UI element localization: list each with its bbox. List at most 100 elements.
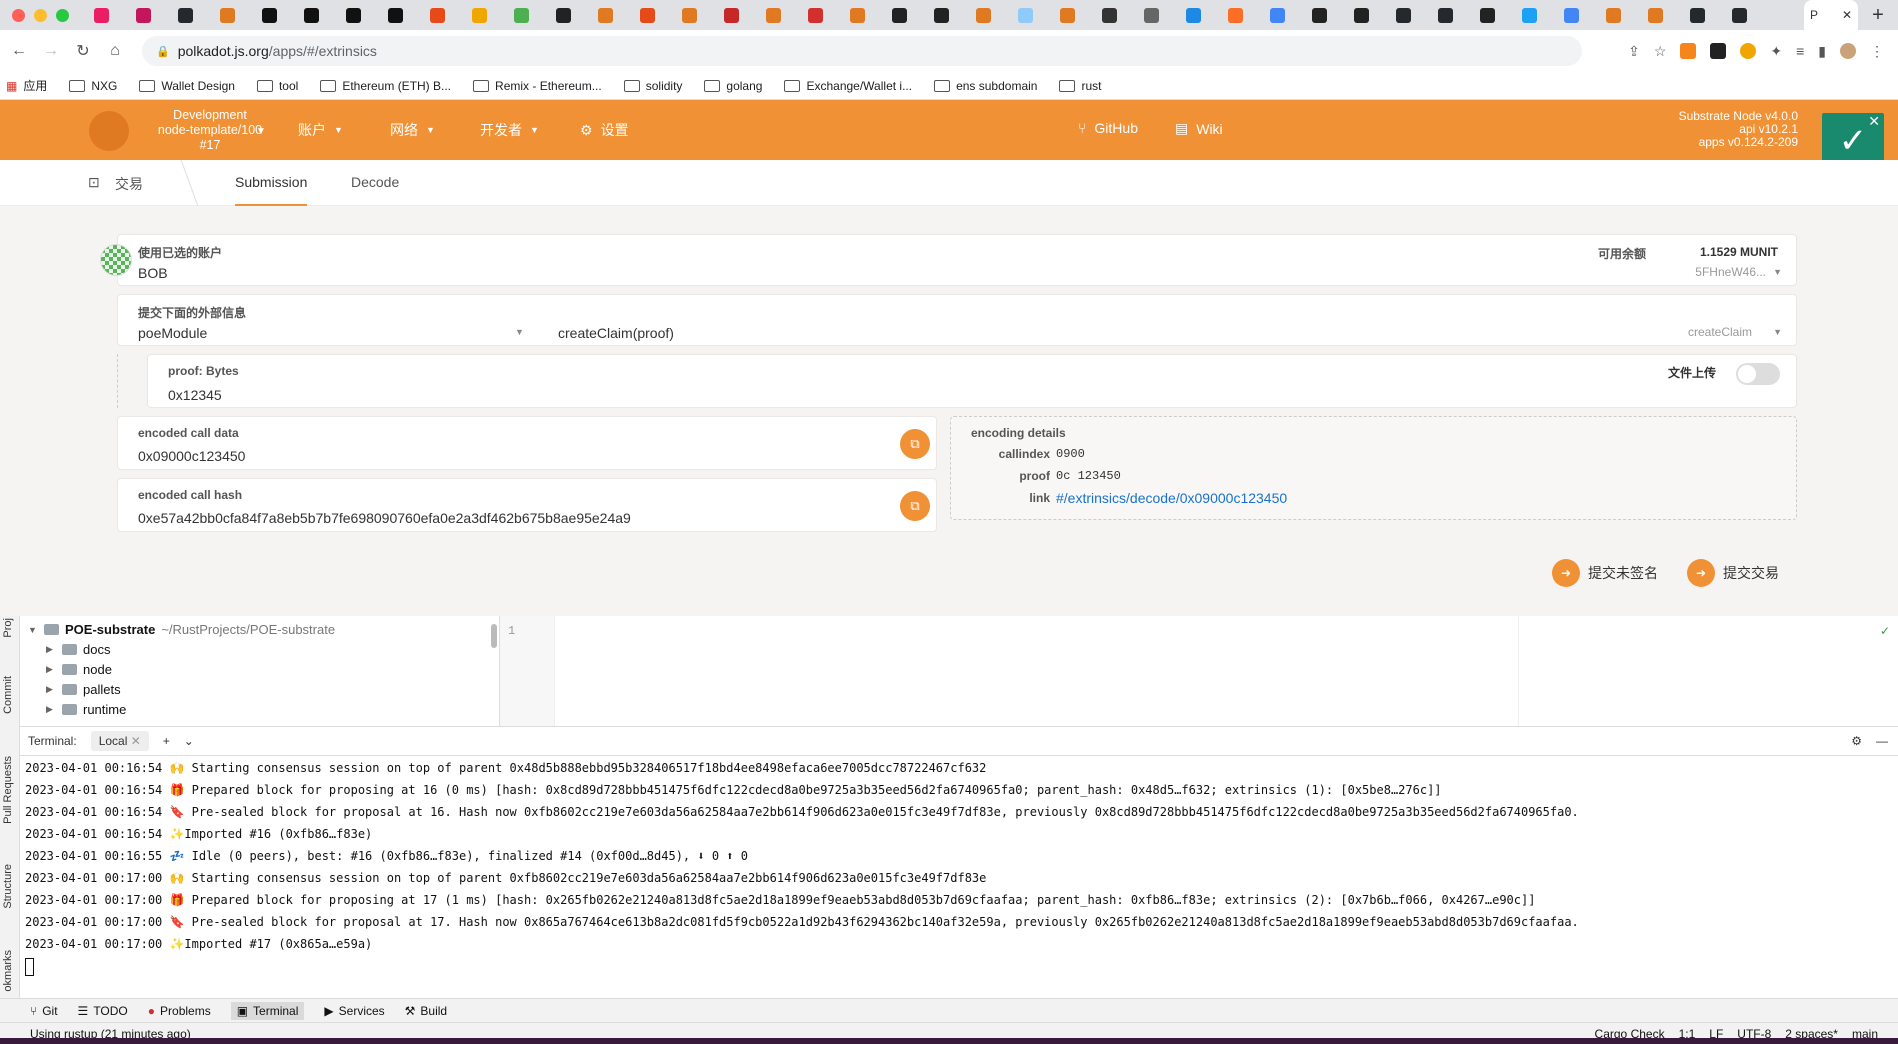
extension-icon[interactable] [1710, 42, 1727, 59]
minimize-window-button[interactable] [34, 8, 47, 22]
bookmark-item[interactable]: golang [704, 79, 762, 93]
tool-tab-build[interactable]: ⚒ Build [405, 1004, 447, 1018]
side-tab-project[interactable]: Proj [2, 618, 14, 638]
sidebar-icon[interactable]: ▮ [1818, 43, 1826, 60]
browser-tab[interactable] [1382, 4, 1424, 26]
browser-tab[interactable] [920, 4, 962, 26]
browser-tab[interactable] [1592, 4, 1634, 26]
home-button[interactable]: ⌂ [102, 42, 128, 60]
side-tab-commit[interactable]: Commit [2, 676, 14, 714]
add-terminal-icon[interactable]: + [163, 734, 170, 748]
browser-tab[interactable] [584, 4, 626, 26]
param-input[interactable]: 0x12345 [168, 387, 222, 403]
browser-tab[interactable] [416, 4, 458, 26]
close-tab-icon[interactable]: ✕ [1842, 8, 1852, 22]
wiki-link[interactable]: ▤ Wiki [1175, 120, 1223, 137]
browser-tab[interactable] [164, 4, 206, 26]
browser-tab[interactable] [794, 4, 836, 26]
browser-tab[interactable] [1340, 4, 1382, 26]
browser-tab[interactable] [1718, 4, 1760, 26]
copy-icon[interactable]: ⧉ [900, 491, 930, 521]
module-select[interactable]: poeModule [138, 325, 207, 341]
browser-tab[interactable] [122, 4, 164, 26]
tool-tab-todo[interactable]: ☰ TODO [78, 1004, 128, 1018]
menu-settings[interactable]: ⚙ 设置 [580, 120, 629, 140]
bookmark-item[interactable]: tool [256, 79, 298, 93]
puzzle-icon[interactable]: ✦ [1770, 43, 1782, 60]
menu-developer[interactable]: 开发者 ▼ [480, 120, 539, 140]
browser-tab[interactable] [878, 4, 920, 26]
profile-avatar-icon[interactable] [1840, 42, 1856, 59]
metamask-icon[interactable] [1680, 42, 1697, 59]
browser-tab[interactable] [206, 4, 248, 26]
reading-list-icon[interactable]: ≡ [1796, 43, 1804, 60]
browser-tab[interactable] [458, 4, 500, 26]
copy-icon[interactable]: ⧉ [900, 429, 930, 459]
browser-tab[interactable] [542, 4, 584, 26]
close-window-button[interactable] [12, 8, 25, 22]
gear-icon[interactable]: ⚙ [1851, 734, 1862, 748]
tree-item-node[interactable]: ▶ node [46, 662, 112, 677]
chevron-down-icon[interactable]: ⌄ [184, 734, 194, 748]
maximize-window-button[interactable] [56, 8, 69, 22]
menu-network[interactable]: 网络 ▼ [390, 120, 435, 140]
minimize-icon[interactable]: — [1876, 734, 1888, 748]
github-link[interactable]: ⑂ GitHub [1078, 120, 1138, 136]
browser-tab[interactable] [1046, 4, 1088, 26]
bookmark-item[interactable]: Ethereum (ETH) B... [320, 79, 451, 93]
decode-link[interactable]: #/extrinsics/decode/0x09000c123450 [1056, 490, 1287, 506]
scrollbar[interactable] [491, 624, 497, 648]
tab-submission[interactable]: Submission [235, 174, 308, 207]
browser-tab[interactable] [1214, 4, 1256, 26]
active-browser-tab[interactable]: P ✕ [1804, 0, 1858, 30]
tree-item-runtime[interactable]: ▶ runtime [46, 702, 126, 717]
tool-tab-services[interactable]: ▶ Services [324, 1004, 384, 1018]
bookmark-item[interactable]: Wallet Design [139, 79, 235, 93]
browser-tab[interactable] [1088, 4, 1130, 26]
side-tab-bookmarks[interactable]: okmarks [2, 950, 14, 992]
tab-decode[interactable]: Decode [351, 174, 399, 190]
tool-tab-git[interactable]: ⑂ Git [30, 1004, 58, 1018]
browser-tab[interactable] [1130, 4, 1172, 26]
back-button[interactable]: ← [6, 42, 32, 60]
browser-tab[interactable] [500, 4, 542, 26]
browser-tab[interactable] [962, 4, 1004, 26]
browser-tab[interactable] [1004, 4, 1046, 26]
browser-tab[interactable] [374, 4, 416, 26]
browser-tab[interactable] [836, 4, 878, 26]
browser-tab[interactable] [1298, 4, 1340, 26]
tool-tab-terminal[interactable]: ▣ Terminal [230, 1001, 305, 1020]
close-icon[interactable]: ✕ [131, 734, 141, 748]
new-tab-button[interactable]: + [1858, 4, 1898, 27]
forward-button[interactable]: → [38, 42, 64, 60]
code-editor[interactable]: 1 ✓ [500, 616, 1898, 726]
browser-tab[interactable] [1508, 4, 1550, 26]
browser-tab[interactable] [710, 4, 752, 26]
browser-tab[interactable] [1172, 4, 1214, 26]
call-select[interactable]: createClaim(proof) [558, 325, 674, 341]
bookmark-item[interactable]: rust [1059, 79, 1101, 93]
bookmark-item[interactable]: Exchange/Wallet i... [784, 79, 912, 93]
browser-tab[interactable] [1676, 4, 1718, 26]
share-icon[interactable]: ⇪ [1628, 43, 1640, 60]
bookmark-item[interactable]: ens subdomain [934, 79, 1037, 93]
browser-tab[interactable] [332, 4, 374, 26]
browser-tab[interactable] [248, 4, 290, 26]
url-bar[interactable]: 🔒 polkadot.js.org /apps/#/extrinsics [142, 36, 1582, 66]
submit-unsigned-button[interactable]: ➜ 提交未签名 [1552, 559, 1658, 587]
file-upload-toggle[interactable] [1736, 363, 1780, 385]
bookmark-item[interactable]: ▦ 应用 [6, 77, 47, 94]
bookmark-item[interactable]: Remix - Ethereum... [473, 79, 602, 93]
account-selector[interactable]: 使用已选的账户 BOB 可用余额 1.1529 MUNIT 5FHneW46..… [117, 234, 1797, 286]
project-root[interactable]: ▼ POE-substrate ~/RustProjects/POE-subst… [28, 622, 335, 637]
browser-tab[interactable] [80, 4, 122, 26]
browser-tab[interactable] [752, 4, 794, 26]
reload-button[interactable]: ↻ [70, 41, 96, 61]
browser-tab[interactable] [1550, 4, 1592, 26]
side-tab-pull-requests[interactable]: Pull Requests [2, 756, 14, 824]
extension-icon[interactable] [1740, 42, 1757, 59]
menu-accounts[interactable]: 账户 ▼ [298, 120, 343, 140]
terminal-tab-local[interactable]: Local ✕ [90, 731, 149, 751]
browser-tab[interactable] [1256, 4, 1298, 26]
browser-tab[interactable] [1424, 4, 1466, 26]
